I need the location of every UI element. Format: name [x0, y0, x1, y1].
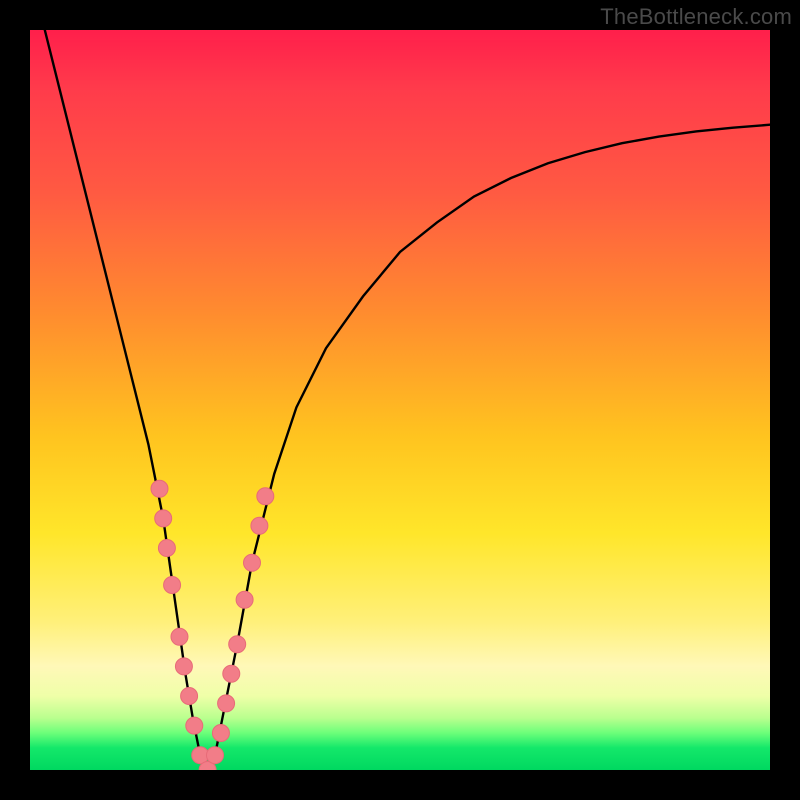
curve-marker — [218, 695, 235, 712]
curve-marker — [175, 658, 192, 675]
curve-marker — [236, 591, 253, 608]
curve-marker — [251, 517, 268, 534]
curve-marker — [223, 665, 240, 682]
curve-marker — [212, 725, 229, 742]
curve-markers — [151, 480, 274, 770]
curve-marker — [171, 628, 188, 645]
curve-marker — [158, 540, 175, 557]
curve-marker — [186, 717, 203, 734]
chart-frame: TheBottleneck.com — [0, 0, 800, 800]
attribution-text: TheBottleneck.com — [600, 4, 792, 30]
curve-marker — [207, 747, 224, 764]
curve-marker — [181, 688, 198, 705]
curve-marker — [151, 480, 168, 497]
chart-overlay — [30, 30, 770, 770]
curve-marker — [229, 636, 246, 653]
curve-marker — [257, 488, 274, 505]
curve-marker — [155, 510, 172, 527]
curve-marker — [244, 554, 261, 571]
bottleneck-curve — [45, 30, 770, 770]
chart-plot-area — [30, 30, 770, 770]
curve-marker — [164, 577, 181, 594]
